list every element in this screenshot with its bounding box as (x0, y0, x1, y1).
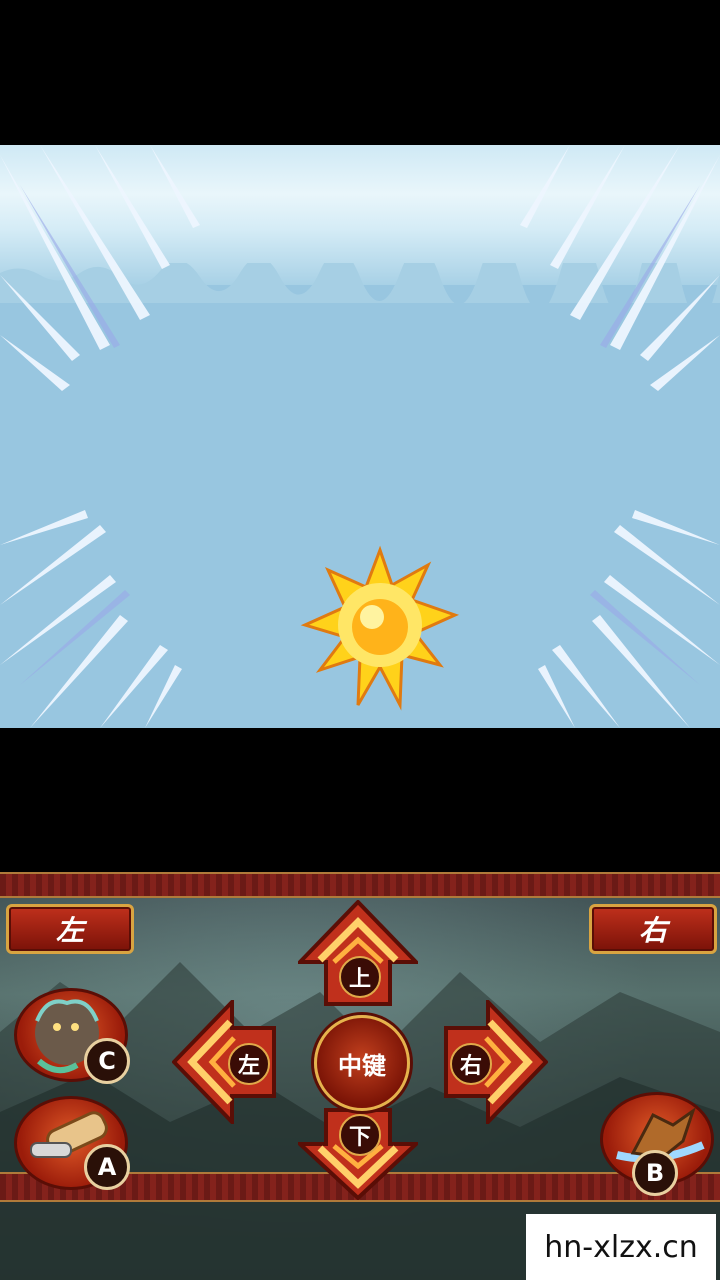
dpad-down-button[interactable]: 下 (298, 1108, 418, 1200)
dpad-left-button[interactable]: 左 (172, 1000, 278, 1124)
dpad-up-button[interactable]: 上 (298, 900, 418, 1008)
dpad-down-label: 下 (339, 1114, 381, 1156)
right-shoulder-button[interactable]: 右 (589, 904, 717, 954)
b-button-label: B (632, 1150, 678, 1196)
dpad-up-label: 上 (339, 956, 381, 998)
game-viewport (0, 145, 720, 728)
center-key-button[interactable]: 中键 (314, 1015, 410, 1111)
dpad-left-label: 左 (228, 1043, 270, 1085)
left-shoulder-button[interactable]: 左 (6, 904, 134, 954)
top-frame-rail (0, 872, 720, 898)
c-button-label: C (84, 1038, 130, 1084)
dpad-right-button[interactable]: 右 (442, 1000, 548, 1124)
watermark: hn-xlzx.cn (526, 1214, 716, 1280)
a-button-label: A (84, 1144, 130, 1190)
energy-burst (300, 545, 460, 711)
dpad-right-label: 右 (450, 1043, 492, 1085)
